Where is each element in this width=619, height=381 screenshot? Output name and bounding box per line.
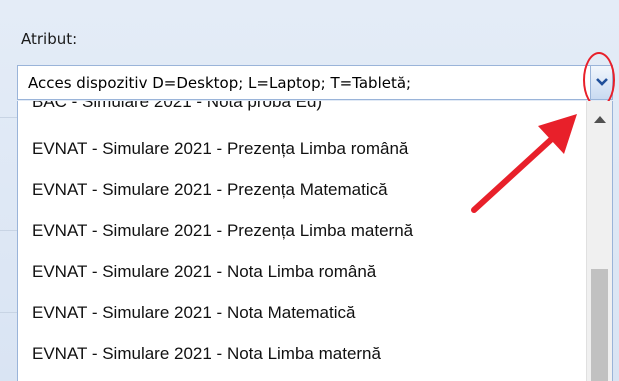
list-item[interactable]: EVNAT - Simulare 2021 - Nota Matematică [18,292,585,333]
annotation-arrow-icon [471,114,577,213]
form-panel: Atribut: Acces dispozitiv D=Desktop; L=L… [0,0,619,381]
divider [0,312,17,313]
atribut-selected-value: Acces dispozitiv D=Desktop; L=Laptop; T=… [28,74,412,92]
scrollbar-thumb[interactable] [591,269,608,381]
divider [0,230,17,231]
divider [0,117,17,118]
atribut-combobox[interactable]: Acces dispozitiv D=Desktop; L=Laptop; T=… [17,65,613,100]
list-item[interactable]: EVNAT - Simulare 2021 - Nota Limba român… [18,251,585,292]
atribut-label: Atribut: [21,30,78,48]
list-item[interactable]: EVNAT - Simulare 2021 - Nota Limba mater… [18,333,585,374]
